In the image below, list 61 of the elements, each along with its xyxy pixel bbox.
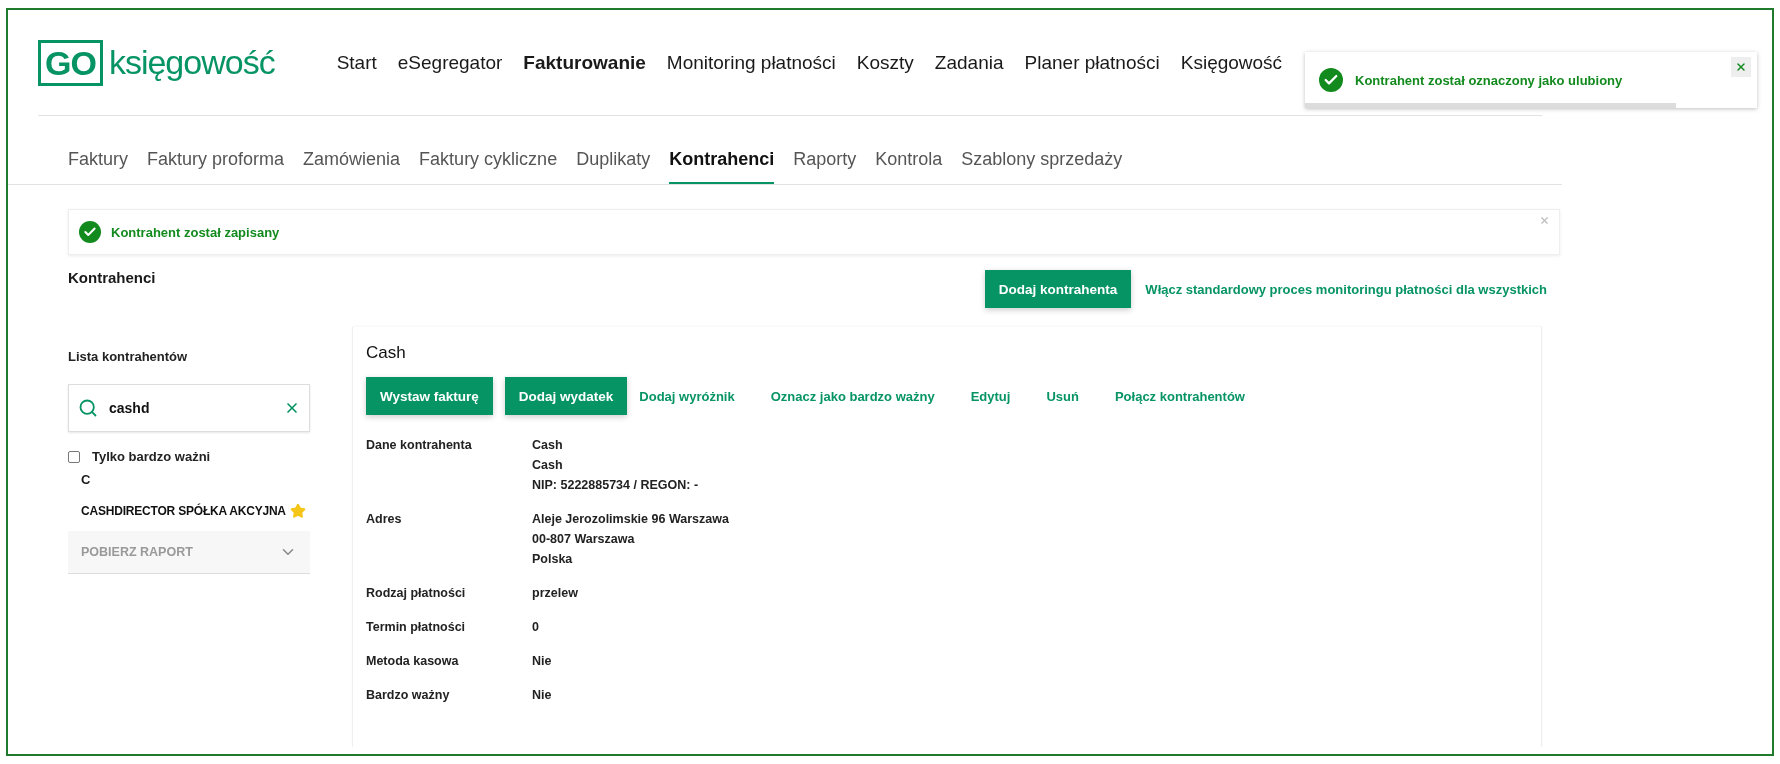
action-link[interactable]: Dodaj wyróżnik bbox=[639, 388, 735, 404]
field-value: NIP: 5222885734 / REGON: - bbox=[532, 477, 700, 494]
action-link[interactable]: Usuń bbox=[1046, 388, 1079, 404]
nav-link[interactable]: Start bbox=[336, 51, 377, 74]
checkbox[interactable] bbox=[68, 450, 80, 463]
list-title: Lista kontrahentów bbox=[68, 349, 189, 364]
field-value: Polska bbox=[532, 551, 574, 568]
action-link[interactable]: Edytuj bbox=[970, 388, 1011, 404]
tab[interactable]: Zamówienia bbox=[303, 149, 401, 184]
nav-link[interactable]: Zadania bbox=[934, 51, 1004, 74]
field-label: Rodzaj płatności bbox=[366, 585, 467, 602]
tab[interactable]: Kontrahenci bbox=[669, 149, 775, 184]
check-circle-icon bbox=[79, 221, 101, 243]
nav-link[interactable]: Fakturowanie bbox=[523, 51, 646, 74]
action-link[interactable]: Połącz kontrahentów bbox=[1114, 388, 1245, 404]
field-label: Metoda kasowa bbox=[366, 653, 460, 670]
checkbox-label: Tylko bardzo ważni bbox=[92, 449, 211, 464]
field-label: Bardzo ważny bbox=[366, 687, 451, 704]
field-label: Adres bbox=[366, 511, 403, 528]
close-button[interactable] bbox=[1731, 57, 1751, 77]
search-icon bbox=[78, 398, 98, 418]
check-circle-icon bbox=[1319, 68, 1343, 92]
field-label: Dane kontrahenta bbox=[366, 437, 473, 454]
nav-link[interactable]: Koszty bbox=[856, 51, 914, 74]
action-button[interactable]: Dodaj wydatek bbox=[504, 377, 628, 415]
nav-link[interactable]: Monitoring płatności bbox=[666, 51, 836, 74]
tab[interactable]: Faktury bbox=[68, 149, 128, 184]
field-value: przelew bbox=[532, 585, 579, 602]
toast-message: Kontrahent został oznaczony jako ulubiony bbox=[1355, 72, 1623, 88]
close-icon bbox=[1539, 215, 1550, 226]
action-link[interactable]: Oznacz jako bardzo ważny bbox=[770, 388, 935, 404]
field-label: Termin płatności bbox=[366, 619, 467, 636]
clear-button[interactable] bbox=[284, 400, 300, 416]
tab[interactable]: Szablony sprzedaży bbox=[961, 149, 1123, 184]
add-contractor-button[interactable]: Dodaj kontrahenta bbox=[984, 270, 1132, 308]
tab[interactable]: Duplikaty bbox=[576, 149, 651, 184]
tab[interactable]: Raporty bbox=[793, 149, 857, 184]
page-title: Kontrahenci bbox=[68, 269, 157, 286]
contractor-item[interactable]: CASHDIRECTOR SPÓŁKA AKCYJNA bbox=[81, 503, 310, 519]
field-value: Nie bbox=[532, 653, 553, 670]
field-value: Cash bbox=[532, 457, 564, 474]
field-value: 0 bbox=[532, 619, 540, 636]
nav-link[interactable]: eSegregator bbox=[397, 51, 503, 74]
field-value: Cash bbox=[532, 437, 564, 454]
logo-badge: GO bbox=[38, 39, 103, 86]
action-button[interactable]: Wystaw fakturę bbox=[366, 377, 493, 415]
field-value: Nie bbox=[532, 687, 553, 704]
group-letter: C bbox=[81, 472, 92, 487]
field-value: 00-807 Warszawa bbox=[532, 531, 636, 548]
alert-message: Kontrahent został zapisany bbox=[111, 224, 280, 240]
monitoring-link[interactable]: Włącz standardowy proces monitoringu płatności dla wszystkich bbox=[1145, 281, 1547, 297]
tab[interactable]: Faktury proforma bbox=[147, 149, 285, 184]
logo-text: księgowość bbox=[108, 43, 275, 82]
search-field[interactable]: cashd bbox=[68, 384, 310, 432]
nav-link[interactable]: Planer płatności bbox=[1024, 51, 1160, 74]
nav-link[interactable]: Księgowość bbox=[1180, 51, 1283, 74]
tab[interactable]: Faktury cykliczne bbox=[419, 149, 558, 184]
close-icon bbox=[1735, 61, 1747, 73]
contractor-title: Cash bbox=[366, 343, 407, 363]
tab[interactable]: Kontrola bbox=[875, 149, 943, 184]
field-value: Aleje Jerozolimskie 96 Warszawa bbox=[532, 511, 730, 528]
